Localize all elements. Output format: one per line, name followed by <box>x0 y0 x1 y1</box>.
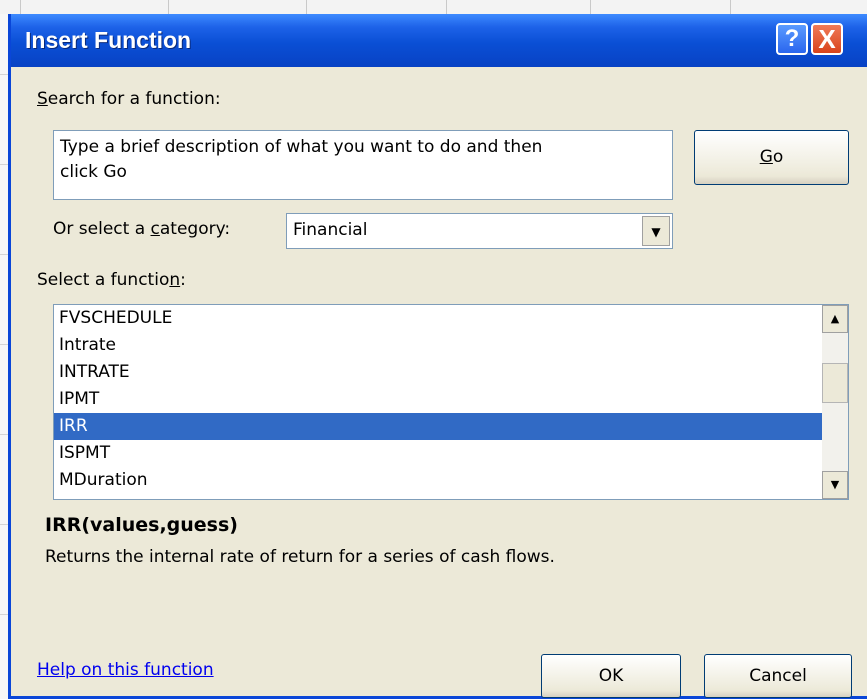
column-divider <box>20 0 21 14</box>
scroll-thumb[interactable] <box>822 363 848 403</box>
vertical-scrollbar[interactable]: ▲ ▼ <box>822 305 848 499</box>
function-listbox[interactable]: FVSCHEDULE Intrate INTRATE IPMT IRR ISPM… <box>53 304 849 500</box>
ok-button[interactable]: OK <box>541 654 681 698</box>
scroll-down-icon[interactable]: ▼ <box>822 471 848 499</box>
close-button[interactable]: X <box>811 23 843 55</box>
question-mark-icon: ? <box>784 25 800 52</box>
function-signature: IRR(values,guess) <box>45 514 238 536</box>
go-button[interactable]: Go <box>694 130 849 185</box>
column-divider <box>446 0 447 14</box>
list-item[interactable]: Intrate <box>54 332 822 359</box>
list-item[interactable]: IPMT <box>54 386 822 413</box>
spreadsheet-column-header-strip <box>0 0 867 15</box>
function-description: Returns the internal rate of return for … <box>45 547 555 567</box>
column-divider <box>730 0 731 14</box>
close-icon: X <box>818 24 836 54</box>
list-item-selected[interactable]: IRR <box>54 413 822 440</box>
category-select[interactable]: Financial ▼ <box>286 213 673 249</box>
cancel-button[interactable]: Cancel <box>704 654 852 698</box>
scroll-up-icon[interactable]: ▲ <box>822 305 848 333</box>
column-divider <box>168 0 169 14</box>
help-on-function-link[interactable]: Help on this function <box>37 660 214 680</box>
category-label: Or select a category: <box>53 219 231 239</box>
column-divider <box>590 0 591 14</box>
search-label: Search for a function: <box>37 89 221 109</box>
search-input[interactable]: Type a brief description of what you wan… <box>53 130 673 200</box>
function-list-items: FVSCHEDULE Intrate INTRATE IPMT IRR ISPM… <box>54 305 822 494</box>
function-list-label: Select a function: <box>37 270 186 290</box>
dialog-title: Insert Function <box>25 27 192 53</box>
help-button[interactable]: ? <box>776 23 808 55</box>
insert-function-dialog: Insert Function ? X Search for a functio… <box>8 14 867 699</box>
list-item[interactable]: INTRATE <box>54 359 822 386</box>
chevron-down-icon[interactable]: ▼ <box>642 216 670 246</box>
title-bar[interactable]: Insert Function ? X <box>11 14 867 67</box>
list-item[interactable]: FVSCHEDULE <box>54 305 822 332</box>
search-input-text: Type a brief description of what you wan… <box>60 137 543 182</box>
list-item[interactable]: ISPMT <box>54 440 822 467</box>
list-item[interactable]: MDuration <box>54 467 822 494</box>
column-divider <box>306 0 307 14</box>
category-selected-value: Financial <box>293 220 368 240</box>
